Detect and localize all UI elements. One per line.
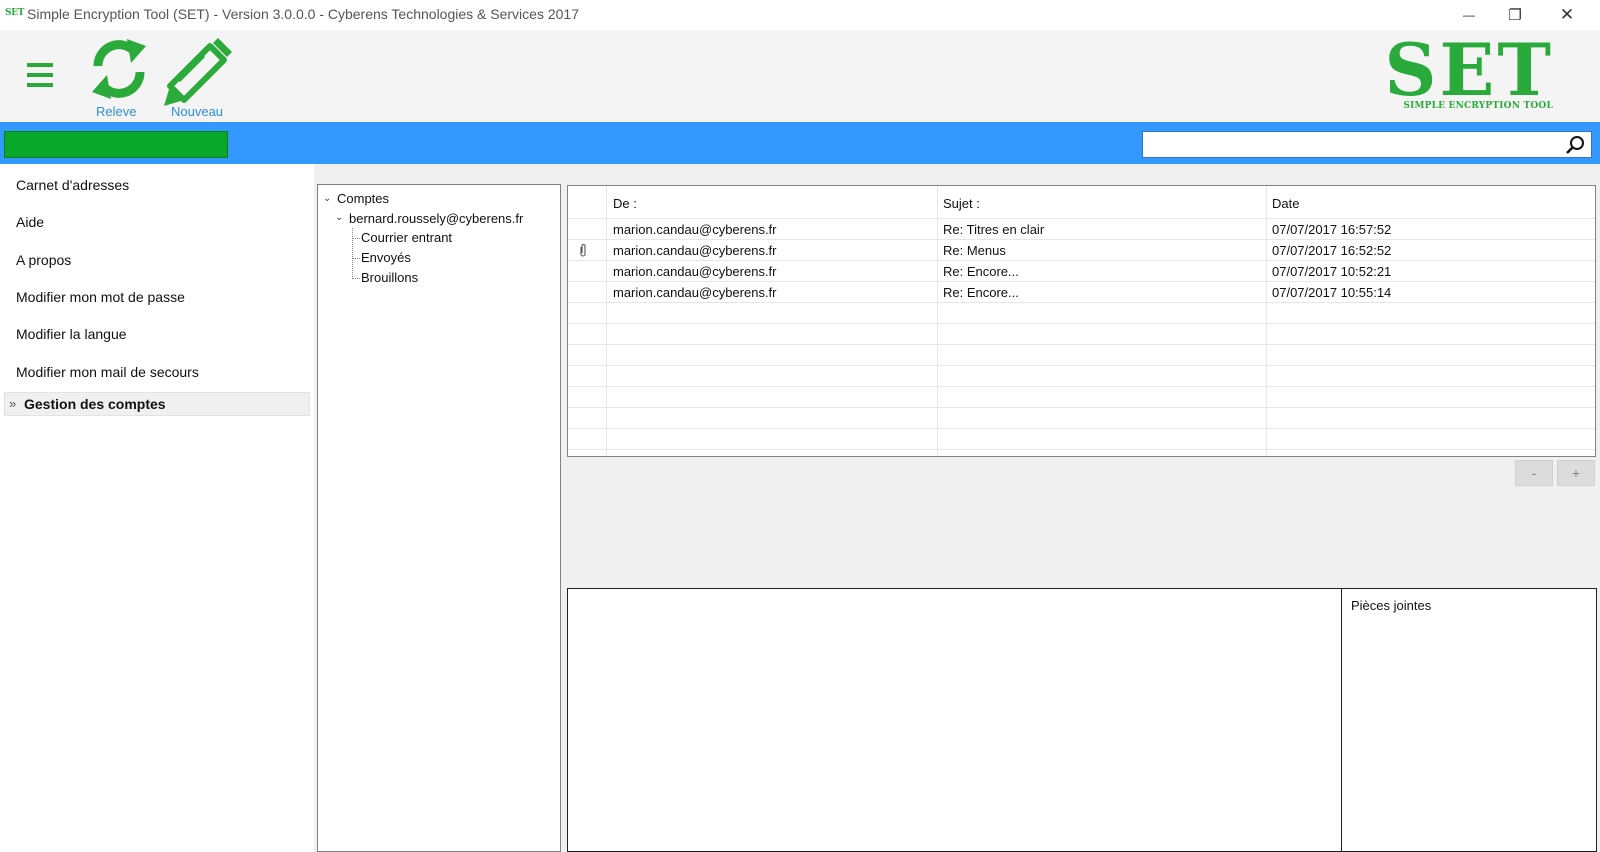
column-header-date[interactable]: Date: [1272, 196, 1299, 211]
search-button[interactable]: [1564, 134, 1586, 156]
column-header-subject[interactable]: Sujet :: [943, 196, 980, 211]
tree-folder-inbox[interactable]: Courrier entrant: [361, 230, 452, 245]
refresh-icon: [92, 39, 146, 99]
cell-subject: Re: Menus: [943, 243, 1006, 258]
sidebar-item-change-language[interactable]: Modifier la langue: [16, 326, 127, 342]
cell-date: 07/07/2017 16:52:52: [1272, 243, 1392, 258]
cell-from: marion.candau@cyberens.fr: [613, 264, 777, 279]
cell-date: 07/07/2017 10:55:14: [1272, 285, 1392, 300]
minimize-icon: —: [1463, 8, 1475, 22]
column-header-from[interactable]: De :: [613, 196, 637, 211]
maximize-icon: ❐: [1508, 7, 1522, 24]
chevron-down-icon[interactable]: ⌄: [323, 193, 331, 204]
attachments-panel: [1341, 588, 1597, 852]
app-logo-icon: SET: [5, 8, 25, 18]
maximize-button[interactable]: ❐: [1492, 0, 1538, 30]
sidebar-item-recovery-mail[interactable]: Modifier mon mail de secours: [16, 364, 199, 380]
new-label: Nouveau: [171, 104, 224, 119]
row-divider: [568, 344, 1595, 345]
brand-tagline: SIMPLE ENCRYPTION TOOL: [1403, 101, 1553, 111]
refresh-label: Releve: [96, 104, 137, 119]
cell-from: marion.candau@cyberens.fr: [613, 285, 777, 300]
row-divider: [568, 323, 1595, 324]
close-icon: ✕: [1559, 5, 1575, 24]
row-divider: [568, 428, 1595, 429]
chevron-down-icon[interactable]: ⌄: [335, 212, 343, 223]
toolbar: [0, 30, 1600, 122]
tree-folder-sent[interactable]: Envoyés: [361, 250, 411, 265]
cell-subject: Re: Titres en clair: [943, 222, 1045, 237]
cell-date: 07/07/2017 10:52:21: [1272, 264, 1392, 279]
row-divider: [568, 302, 1595, 303]
cell-date: 07/07/2017 16:57:52: [1272, 222, 1392, 237]
message-body[interactable]: [567, 588, 1343, 852]
chevron-double-right-icon: »: [9, 396, 17, 411]
hamburger-icon: [27, 63, 53, 87]
cell-subject: Re: Encore...: [943, 285, 1019, 300]
window-title: Simple Encryption Tool (SET) - Version 3…: [27, 6, 579, 22]
row-divider: [568, 386, 1595, 387]
tree-root[interactable]: Comptes: [337, 191, 389, 206]
menu-button[interactable]: [24, 60, 58, 90]
tree-header: [318, 164, 564, 184]
previous-page-button[interactable]: -: [1515, 460, 1553, 486]
sidebar-item-help[interactable]: Aide: [16, 214, 44, 230]
paperclip-icon: [580, 244, 586, 257]
tree-folder-drafts[interactable]: Brouillons: [361, 270, 418, 285]
cell-from: marion.candau@cyberens.fr: [613, 222, 777, 237]
row-divider: [568, 365, 1595, 366]
refresh-button[interactable]: Releve: [86, 34, 156, 120]
sidebar-item-change-password[interactable]: Modifier mon mot de passe: [16, 289, 185, 305]
sidebar-item-address-book[interactable]: Carnet d'adresses: [16, 177, 129, 193]
minimize-button[interactable]: —: [1446, 0, 1492, 30]
brand-logo: SET: [1384, 27, 1554, 112]
row-divider: [568, 449, 1595, 450]
tree-connector: [352, 238, 360, 259]
sidebar-item-about[interactable]: A propos: [16, 252, 71, 268]
folder-tree: [317, 184, 561, 852]
close-button[interactable]: ✕: [1544, 0, 1590, 30]
tree-connector: [352, 258, 360, 279]
attachments-label: Pièces jointes: [1351, 598, 1432, 613]
row-divider: [568, 407, 1595, 408]
search-input[interactable]: [1144, 133, 1572, 155]
cell-from: marion.candau@cyberens.fr: [613, 243, 777, 258]
next-page-button[interactable]: +: [1557, 460, 1595, 486]
new-button[interactable]: Nouveau: [164, 34, 240, 120]
search-icon: [1566, 136, 1584, 154]
progress-bar: [4, 131, 228, 158]
pencil-icon: [164, 38, 232, 106]
sidebar-item-label: Gestion des comptes: [24, 396, 166, 412]
tree-account[interactable]: bernard.roussely@cyberens.fr: [349, 211, 523, 226]
cell-subject: Re: Encore...: [943, 264, 1019, 279]
